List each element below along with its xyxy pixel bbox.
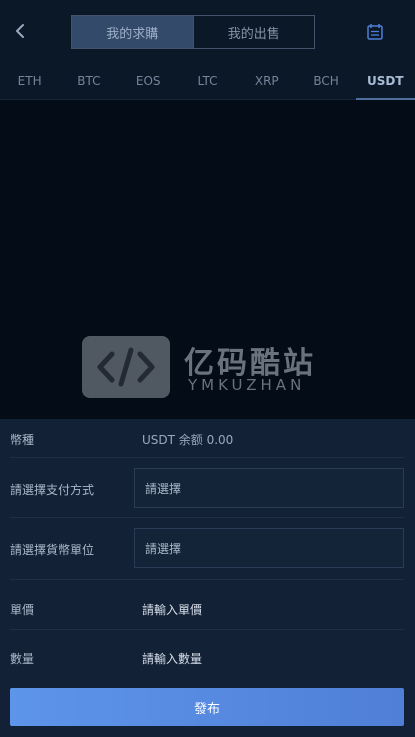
- coin-tabs: ETH BTC EOS LTC XRP BCH USDT: [0, 62, 415, 100]
- publish-button[interactable]: 發布: [10, 688, 404, 726]
- quantity-input[interactable]: 請輸入數量: [142, 650, 202, 667]
- coin-tab-bch[interactable]: BCH: [296, 62, 355, 99]
- unit-select[interactable]: 請選擇: [134, 528, 404, 568]
- currency-balance: USDT 余额 0.00: [142, 433, 234, 447]
- tab-my-buy[interactable]: 我的求購: [72, 16, 193, 48]
- payment-row: 請選擇支付方式 請選擇: [10, 458, 404, 518]
- price-row: 單價 請輸入單價: [10, 580, 404, 630]
- quantity-row: 數量 請輸入數量: [10, 630, 404, 678]
- watermark-logo: 亿码酷站 YMKUZHAN: [82, 336, 342, 400]
- top-bar: 我的求購 我的出售: [0, 0, 415, 62]
- price-input[interactable]: 請輸入單價: [142, 601, 202, 618]
- payment-label: 請選擇支付方式: [10, 483, 95, 497]
- calendar-button[interactable]: [365, 22, 385, 42]
- calendar-icon: [367, 24, 383, 40]
- tab-my-sell[interactable]: 我的出售: [192, 16, 315, 48]
- code-icon: [82, 336, 170, 398]
- coin-tab-eos[interactable]: EOS: [119, 62, 178, 99]
- coin-tab-eth[interactable]: ETH: [0, 62, 59, 99]
- watermark-subtext: YMKUZHAN: [188, 376, 306, 394]
- currency-label: 幣種: [10, 433, 35, 447]
- price-label: 單價: [10, 603, 35, 617]
- coin-tab-ltc[interactable]: LTC: [178, 62, 237, 99]
- payment-select[interactable]: 請選擇: [134, 468, 404, 508]
- quantity-label: 數量: [10, 652, 35, 666]
- unit-row: 請選擇貨幣單位 請選擇: [10, 518, 404, 580]
- coin-tab-btc[interactable]: BTC: [59, 62, 118, 99]
- currency-row: 幣種 USDT 余额 0.00: [10, 419, 404, 458]
- coin-tab-usdt[interactable]: USDT: [355, 62, 415, 100]
- buy-sell-switch: 我的求購 我的出售: [71, 15, 315, 49]
- unit-label: 請選擇貨幣單位: [10, 543, 95, 557]
- coin-tab-xrp[interactable]: XRP: [237, 62, 296, 99]
- chevron-left-icon: [16, 24, 24, 38]
- back-button[interactable]: [8, 19, 32, 43]
